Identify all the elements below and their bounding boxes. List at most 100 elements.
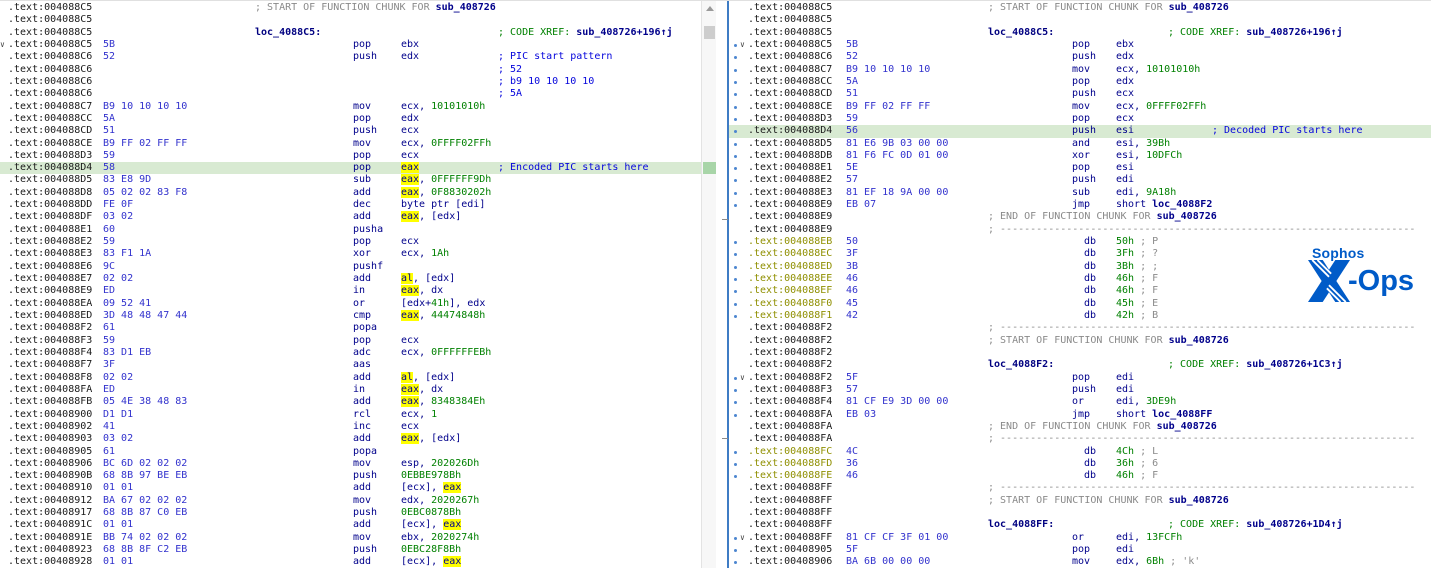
asm-row[interactable]: .text:0040890B68 8B 97 BE EBpush0EBBE978… bbox=[0, 470, 701, 482]
asm-row[interactable]: .text:0040891C01 01add[ecx], eax bbox=[0, 519, 701, 531]
asm-row[interactable]: ∨.text:004088F25Fpopedi bbox=[729, 372, 1431, 384]
asm-row[interactable]: .text:004088C6; 52 bbox=[0, 64, 701, 76]
asm-operands: ecx bbox=[401, 335, 419, 347]
asm-row[interactable]: .text:004088F73Faas bbox=[0, 359, 701, 371]
asm-row[interactable]: .text:004088C5 bbox=[729, 14, 1431, 26]
asm-mnemonic: mov bbox=[353, 532, 371, 544]
asm-row[interactable]: .text:0040892368 8B 8F C2 EBpush0EBC28F8… bbox=[0, 544, 701, 556]
asm-row[interactable]: .text:004088C5; START OF FUNCTION CHUNK … bbox=[0, 2, 701, 14]
asm-row[interactable]: .text:004088CD51pushecx bbox=[0, 125, 701, 137]
asm-row[interactable]: .text:004088E15Epopesi bbox=[729, 162, 1431, 174]
asm-row[interactable]: .text:0040891768 8B 87 C0 EBpush0EBC0878… bbox=[0, 507, 701, 519]
scrollbar-thumb[interactable] bbox=[704, 26, 715, 39]
asm-row[interactable]: .text:004088DB81 F6 FC 0D 01 00xoresi, 1… bbox=[729, 150, 1431, 162]
asm-row[interactable]: .text:004088D583 E8 9Dsubeax, 0FFFFFF9Dh bbox=[0, 174, 701, 186]
asm-row[interactable]: .text:004088D359popecx bbox=[0, 150, 701, 162]
asm-row[interactable]: .text:004088E9EDineax, dx bbox=[0, 285, 701, 297]
asm-row[interactable]: .text:004088FD36db36h; 6 bbox=[729, 458, 1431, 470]
asm-row[interactable]: .text:004088C652pushedx bbox=[729, 51, 1431, 63]
asm-row[interactable]: .text:004088E9EB 07jmpshort loc_4088F2 bbox=[729, 199, 1431, 211]
asm-row[interactable]: ∨.text:004088C55Bpopebx bbox=[0, 39, 701, 51]
asm-row[interactable]: .text:004088E160pusha bbox=[0, 224, 701, 236]
asm-row[interactable]: .text:004088E702 02addal, [edx] bbox=[0, 273, 701, 285]
asm-row[interactable]: .text:004088C5; START OF FUNCTION CHUNK … bbox=[729, 2, 1431, 14]
asm-row[interactable]: .text:004088F2; ------------------------… bbox=[729, 322, 1431, 334]
asm-row[interactable]: .text:0040890241incecx bbox=[0, 421, 701, 433]
asm-row[interactable]: .text:004088FC4Cdb4Ch; L bbox=[729, 446, 1431, 458]
asm-address: .text:00408923 bbox=[8, 544, 92, 556]
asm-row[interactable]: .text:004088CC5Apopedx bbox=[0, 113, 701, 125]
left-pane-scrollbar[interactable] bbox=[701, 1, 716, 568]
asm-row[interactable]: .text:004088D458popeax; Encoded PIC star… bbox=[0, 162, 701, 174]
asm-row[interactable]: .text:004088C5 bbox=[0, 14, 701, 26]
asm-row[interactable]: .text:0040891EBB 74 02 02 02movebx, 2020… bbox=[0, 532, 701, 544]
asm-row[interactable]: .text:004088FE46db46h; F bbox=[729, 470, 1431, 482]
asm-row[interactable]: .text:004088E259popecx bbox=[0, 236, 701, 248]
asm-row[interactable]: .text:004088FFloc_4088FF:; CODE XREF: su… bbox=[729, 519, 1431, 531]
left-disassembly-pane[interactable]: .text:004088C5; START OF FUNCTION CHUNK … bbox=[0, 1, 701, 568]
asm-row[interactable]: ∨.text:004088C55Bpopebx bbox=[729, 39, 1431, 51]
asm-row[interactable]: .text:004088E9; ------------------------… bbox=[729, 224, 1431, 236]
asm-row[interactable]: .text:004088F261popa bbox=[0, 322, 701, 334]
asm-row[interactable]: .text:004088CEB9 FF 02 FF FFmovecx, 0FFF… bbox=[729, 101, 1431, 113]
asm-row[interactable]: .text:004088F483 D1 EBadcecx, 0FFFFFFEBh bbox=[0, 347, 701, 359]
asm-row[interactable]: .text:004088C7B9 10 10 10 10movecx, 1010… bbox=[729, 64, 1431, 76]
asm-row[interactable]: .text:004088E381 EF 18 9A 00 00subedi, 9… bbox=[729, 187, 1431, 199]
asm-row[interactable]: .text:004088C5loc_4088C5:; CODE XREF: su… bbox=[0, 27, 701, 39]
asm-row[interactable]: .text:004088F2 bbox=[729, 347, 1431, 359]
asm-row[interactable]: .text:004088D359popecx bbox=[729, 113, 1431, 125]
asm-row[interactable]: .text:004088F359popecx bbox=[0, 335, 701, 347]
asm-row[interactable]: ∨.text:004088FF81 CF CF 3F 01 00oredi, 1… bbox=[729, 532, 1431, 544]
asm-row[interactable]: .text:004088FAEDineax, dx bbox=[0, 384, 701, 396]
asm-row[interactable]: .text:00408900D1 D1rclecx, 1 bbox=[0, 409, 701, 421]
asm-row[interactable]: .text:004088FAEB 03jmpshort loc_4088FF bbox=[729, 409, 1431, 421]
asm-row[interactable]: .text:004088FA; END OF FUNCTION CHUNK FO… bbox=[729, 421, 1431, 433]
asm-row[interactable]: .text:004088FA; ------------------------… bbox=[729, 433, 1431, 445]
asm-row[interactable]: .text:004088CD51pushecx bbox=[729, 88, 1431, 100]
asm-row[interactable]: .text:004088D456pushesi; Decoded PIC sta… bbox=[729, 125, 1431, 137]
scrollbar-up-arrow-icon[interactable] bbox=[706, 6, 714, 11]
asm-row[interactable]: .text:004088D581 E6 9B 03 00 00andesi, 3… bbox=[729, 138, 1431, 150]
asm-row[interactable]: .text:004088F2loc_4088F2:; CODE XREF: su… bbox=[729, 359, 1431, 371]
asm-row[interactable]: .text:00408912BA 67 02 02 02movedx, 2020… bbox=[0, 495, 701, 507]
asm-row[interactable]: .text:004088DF03 02addeax, [edx] bbox=[0, 211, 701, 223]
asm-row[interactable]: .text:004088C5loc_4088C5:; CODE XREF: su… bbox=[729, 27, 1431, 39]
asm-row[interactable]: .text:004088D805 02 02 83 F8addeax, 0F88… bbox=[0, 187, 701, 199]
asm-row[interactable]: .text:004088F802 02addal, [edx] bbox=[0, 372, 701, 384]
asm-operands: ecx bbox=[401, 150, 419, 162]
asm-address: .text:004088FA bbox=[8, 384, 92, 396]
asm-row[interactable]: .text:0040890561popa bbox=[0, 446, 701, 458]
asm-row[interactable]: .text:00408906BC 6D 02 02 02movesp, 2020… bbox=[0, 458, 701, 470]
asm-row[interactable]: .text:004088C7B9 10 10 10 10movecx, 1010… bbox=[0, 101, 701, 113]
asm-row[interactable]: .text:004088F2; START OF FUNCTION CHUNK … bbox=[729, 335, 1431, 347]
asm-bytes: 5F bbox=[846, 544, 858, 556]
asm-row[interactable]: .text:004088E9; END OF FUNCTION CHUNK FO… bbox=[729, 211, 1431, 223]
asm-row[interactable]: .text:004088ED3D 48 48 47 44cmpeax, 4447… bbox=[0, 310, 701, 322]
asm-operands: ecx bbox=[401, 125, 419, 137]
asm-row[interactable]: .text:004088CEB9 FF 02 FF FFmovecx, 0FFF… bbox=[0, 138, 701, 150]
asm-address: .text:004088E9 bbox=[8, 285, 92, 297]
asm-row[interactable]: .text:004088FF; ------------------------… bbox=[729, 482, 1431, 494]
asm-row[interactable]: .text:004088FF bbox=[729, 507, 1431, 519]
asm-row[interactable]: .text:004088FB05 4E 38 48 83addeax, 8348… bbox=[0, 396, 701, 408]
asm-row[interactable]: .text:004088EA09 52 41or[edx+41h], edx bbox=[0, 298, 701, 310]
asm-row[interactable]: .text:004088C6; b9 10 10 10 10 bbox=[0, 76, 701, 88]
asm-row[interactable]: .text:004088E257pushedi bbox=[729, 174, 1431, 186]
asm-row[interactable]: .text:004088C652pushedx; PIC start patte… bbox=[0, 51, 701, 63]
asm-row[interactable]: .text:004088E69Cpushf bbox=[0, 261, 701, 273]
asm-row[interactable]: .text:004088F357pushedi bbox=[729, 384, 1431, 396]
asm-row[interactable]: .text:004088DDFE 0Fdecbyte ptr [edi] bbox=[0, 199, 701, 211]
asm-row[interactable]: .text:004088F142db42h; B bbox=[729, 310, 1431, 322]
asm-comment: ; --------------------------------------… bbox=[988, 482, 1415, 494]
asm-row[interactable]: .text:0040891001 01add[ecx], eax bbox=[0, 482, 701, 494]
asm-row[interactable]: .text:00408906BA 6B 00 00 00movedx, 6Bh;… bbox=[729, 556, 1431, 568]
asm-row[interactable]: .text:004088C6; 5A bbox=[0, 88, 701, 100]
asm-row[interactable]: .text:004088F481 CF E9 3D 00 00oredi, 3D… bbox=[729, 396, 1431, 408]
asm-address: .text:004088F2 bbox=[748, 372, 832, 384]
asm-row[interactable]: .text:004088FF; START OF FUNCTION CHUNK … bbox=[729, 495, 1431, 507]
asm-row[interactable]: .text:004088CC5Apopedx bbox=[729, 76, 1431, 88]
asm-row[interactable]: .text:0040890303 02addeax, [edx] bbox=[0, 433, 701, 445]
asm-row[interactable]: .text:004088E383 F1 1Axorecx, 1Ah bbox=[0, 248, 701, 260]
asm-row[interactable]: .text:004089055Fpopedi bbox=[729, 544, 1431, 556]
asm-row[interactable]: .text:0040892801 01add[ecx], eax bbox=[0, 556, 701, 568]
